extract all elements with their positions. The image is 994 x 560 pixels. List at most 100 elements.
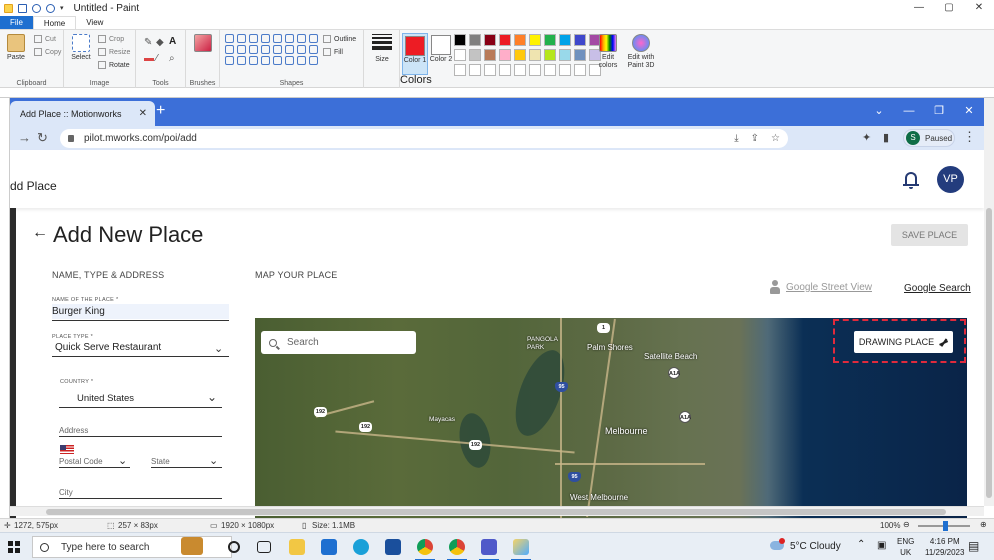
notifications-bell-icon[interactable] (903, 172, 919, 189)
save-place-button[interactable]: SAVE PLACE (891, 224, 968, 246)
edit-colors-button[interactable]: Edit colors (596, 34, 620, 70)
customize-toolbar-icon[interactable]: ▾ (60, 4, 64, 12)
satellite-map[interactable]: Search PANGOLA PARK Palm Shores Satellit… (255, 318, 967, 518)
eraser-icon[interactable]: ▬ (144, 54, 154, 64)
share-icon[interactable]: ⇪ (751, 133, 759, 144)
palette-swatch[interactable] (544, 49, 556, 61)
palette-swatch[interactable] (454, 49, 466, 61)
tab-search-icon[interactable]: ⌄ (864, 98, 894, 124)
text-tool-icon[interactable]: A (169, 37, 179, 47)
new-tab-icon[interactable]: + (156, 103, 165, 119)
color1-selector[interactable]: Color 1 (402, 33, 428, 75)
palette-swatch[interactable] (499, 49, 511, 61)
copy-button[interactable]: Copy (34, 48, 61, 56)
fill-bucket-icon[interactable]: ◆ (156, 38, 166, 48)
maximize-icon[interactable]: ▢ (934, 0, 964, 16)
user-avatar[interactable]: VP (937, 166, 964, 193)
tab-close-icon[interactable]: ✕ (139, 108, 147, 119)
install-icon[interactable]: ⤓ (734, 133, 738, 144)
palette-swatch[interactable] (484, 49, 496, 61)
show-hidden-icons[interactable]: ⌃ (857, 539, 865, 550)
fill-button[interactable]: Fill (323, 48, 343, 56)
street-view-link[interactable]: Google Street View (770, 280, 872, 294)
tab-file[interactable]: File (0, 16, 33, 29)
bookmark-star-icon[interactable]: ☆ (771, 133, 780, 144)
rotate-button[interactable]: Rotate (98, 61, 130, 69)
profile-button[interactable]: S Paused (903, 129, 955, 147)
country-select[interactable]: United States (77, 393, 134, 404)
back-icon[interactable]: → (18, 130, 31, 146)
network-icon[interactable]: ▣ (877, 540, 886, 551)
paint-vertical-scrollbar[interactable] (984, 98, 994, 506)
tab-view[interactable]: View (76, 16, 113, 29)
country-chevron-down-icon[interactable]: ⌄ (207, 390, 217, 404)
zoom-slider-thumb[interactable] (943, 521, 948, 531)
palette-swatch[interactable] (484, 34, 496, 46)
url-bar[interactable]: pilot.mworks.com/poi/add ⤓ ⇪ ☆ (60, 129, 788, 148)
file-explorer-icon[interactable] (289, 539, 305, 555)
palette-swatch[interactable] (499, 34, 511, 46)
place-type-select[interactable]: Quick Serve Restaurant (55, 342, 161, 353)
paint-horizontal-scrollbar[interactable] (10, 506, 984, 516)
back-arrow-icon[interactable]: ← (32, 224, 48, 242)
palette-swatch[interactable] (574, 34, 586, 46)
palette-swatch[interactable] (559, 34, 571, 46)
cortana-icon[interactable] (228, 541, 240, 553)
palette-swatch[interactable] (529, 49, 541, 61)
browser-menu-icon[interactable]: ⋮ (963, 129, 976, 145)
teams-icon[interactable] (479, 539, 499, 560)
postal-chevron-down-icon[interactable]: ⌄ (118, 454, 127, 467)
pencil-icon[interactable]: ✎ (144, 38, 154, 48)
windows-start-icon[interactable] (8, 541, 20, 553)
browser-tab[interactable]: Add Place :: Motionworks ✕ (10, 101, 155, 126)
palette-swatch[interactable] (469, 49, 481, 61)
browser-minimize-icon[interactable]: — (894, 98, 924, 124)
side-panel-icon[interactable]: ▮ (883, 131, 889, 144)
save-icon[interactable] (18, 3, 27, 13)
store-icon[interactable] (385, 539, 401, 555)
state-chevron-down-icon[interactable]: ⌄ (209, 454, 218, 467)
brushes-button[interactable] (190, 34, 216, 54)
palette-swatch[interactable] (559, 49, 571, 61)
palette-swatch[interactable] (514, 49, 526, 61)
undo-icon[interactable] (32, 3, 41, 13)
browser-restore-icon[interactable]: ❐ (924, 98, 954, 124)
tab-home[interactable]: Home (32, 16, 77, 29)
size-button[interactable]: Size (369, 34, 395, 63)
map-search-box[interactable]: Search (261, 331, 416, 354)
type-chevron-down-icon[interactable]: ⌄ (214, 342, 223, 355)
palette-swatch[interactable] (454, 34, 466, 46)
palette-swatch[interactable] (514, 34, 526, 46)
postal-code-select[interactable]: Postal Code (59, 457, 103, 466)
crop-button[interactable]: Crop (98, 35, 124, 43)
zoom-out-icon[interactable]: ⊖ (903, 520, 910, 529)
resize-button[interactable]: Resize (98, 48, 130, 56)
taskbar-clock[interactable]: 4:16 PM 11/29/2023 (925, 536, 964, 558)
shapes-gallery[interactable] (225, 34, 319, 65)
edge-icon[interactable] (353, 539, 369, 555)
palette-swatch[interactable] (469, 34, 481, 46)
chrome-icon[interactable] (415, 539, 435, 560)
palette-swatch[interactable] (529, 34, 541, 46)
redo-icon[interactable] (46, 3, 55, 13)
extensions-icon[interactable]: ✦ (862, 131, 871, 144)
street-view-link-text[interactable]: Google Street View (786, 282, 872, 293)
mail-icon[interactable] (321, 539, 337, 555)
color2-selector[interactable]: Color 2 (428, 33, 454, 75)
input-language[interactable]: ENG UK (897, 536, 914, 558)
select-button[interactable]: Select (68, 34, 94, 61)
minimize-icon[interactable]: — (904, 0, 934, 16)
cut-button[interactable]: Cut (34, 35, 56, 43)
drawing-place-button[interactable]: DRAWING PLACE (854, 331, 953, 353)
google-search-link[interactable]: Google Search (904, 283, 971, 294)
zoom-in-icon[interactable]: ⊕ (980, 520, 987, 529)
magnifier-icon[interactable]: ⌕ (169, 54, 179, 64)
address-input[interactable]: Address (59, 426, 88, 435)
edit-paint3d-button[interactable]: Edit with Paint 3D (626, 34, 656, 70)
state-select[interactable]: State (151, 457, 170, 466)
paint-taskbar-icon[interactable] (511, 539, 531, 560)
city-input[interactable]: City (59, 488, 73, 497)
reload-icon[interactable]: ↻ (37, 130, 48, 146)
color-palette[interactable] (454, 34, 601, 76)
paste-button[interactable]: Paste (4, 34, 28, 61)
